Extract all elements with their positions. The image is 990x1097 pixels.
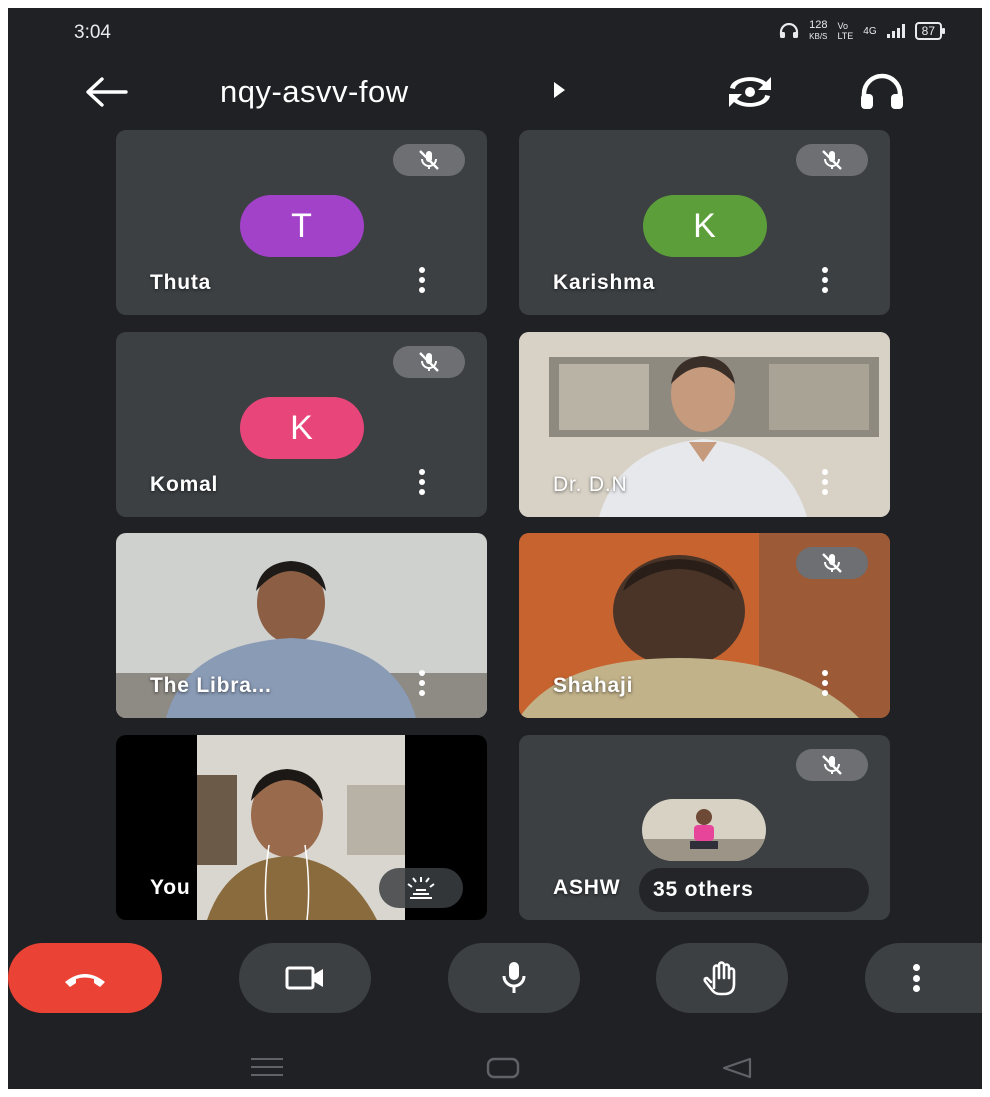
- menu-icon: [251, 1058, 283, 1076]
- mic-off-badge: [796, 144, 868, 176]
- network-type: 4G: [863, 25, 877, 37]
- participant-tile-dr-dn[interactable]: Dr. D.N: [519, 332, 890, 517]
- more-vertical-icon[interactable]: [417, 469, 427, 495]
- meeting-info-arrow-icon[interactable]: [554, 82, 565, 98]
- meet-call-screen: 3:04 128 KB/S Vo LTE 4G 87 nqy-asvv-fow: [8, 8, 982, 1089]
- mic-off-badge: [796, 547, 868, 579]
- microphone-button[interactable]: [448, 943, 580, 1013]
- arrow-back-icon: [86, 77, 128, 107]
- avatar: K: [239, 397, 364, 459]
- participant-name: Thuta: [150, 271, 212, 294]
- audio-level-indicator: [379, 868, 463, 908]
- avatar: K: [642, 195, 767, 257]
- battery-icon: 87: [914, 22, 946, 40]
- end-call-button[interactable]: [8, 943, 162, 1013]
- participant-tile-the-library[interactable]: The Libra...: [116, 533, 487, 718]
- speaking-icon: [407, 877, 435, 899]
- more-vertical-icon: [913, 964, 921, 992]
- raise-hand-button[interactable]: [656, 943, 788, 1013]
- participant-name: Dr. D.N: [553, 473, 628, 496]
- status-icons: 128 KB/S Vo LTE 4G 87: [779, 19, 946, 42]
- participant-name: You: [150, 876, 191, 899]
- more-vertical-icon[interactable]: [820, 670, 830, 696]
- avatar: T: [239, 195, 364, 257]
- participant-tile-komal[interactable]: K Komal: [116, 332, 487, 517]
- self-video: [197, 735, 405, 920]
- switch-camera-button[interactable]: [724, 70, 776, 114]
- mic-off-badge: [393, 144, 465, 176]
- mic-off-badge: [393, 346, 465, 378]
- more-vertical-icon[interactable]: [820, 469, 830, 495]
- mic-off-icon: [419, 352, 439, 372]
- participant-tile-you[interactable]: You: [116, 735, 487, 920]
- back-button[interactable]: [82, 72, 130, 112]
- home-square-icon: [486, 1057, 520, 1079]
- headphones-icon: [861, 73, 903, 109]
- more-vertical-icon[interactable]: [417, 670, 427, 696]
- network-speed: 128 KB/S: [809, 19, 828, 42]
- triangle-back-icon: [722, 1057, 752, 1079]
- meeting-code[interactable]: nqy-asvv-fow: [220, 74, 409, 110]
- participant-name: The Libra...: [150, 674, 272, 697]
- participant-tile-karishma[interactable]: K Karishma: [519, 130, 890, 315]
- video-camera-icon: [285, 966, 323, 990]
- phone-hangup-icon: [65, 974, 105, 987]
- participant-name: Komal: [150, 473, 219, 496]
- headphones-status-icon: [779, 23, 799, 38]
- more-vertical-icon[interactable]: [820, 267, 830, 293]
- volte-indicator: Vo LTE: [837, 21, 854, 41]
- status-time: 3:04: [74, 22, 111, 43]
- avatar-photo: [642, 799, 766, 861]
- others-count-label: 35 others: [653, 878, 754, 901]
- mic-off-badge: [796, 749, 868, 781]
- switch-camera-icon: [729, 77, 771, 107]
- mic-off-icon: [822, 755, 842, 775]
- more-options-button[interactable]: [865, 943, 982, 1013]
- back-nav-button[interactable]: [720, 1056, 754, 1085]
- participant-name: Shahaji: [553, 674, 634, 697]
- participant-name: ASHW: [553, 876, 621, 899]
- audio-output-button[interactable]: [856, 70, 908, 114]
- mic-off-icon: [822, 553, 842, 573]
- mic-off-icon: [419, 150, 439, 170]
- participant-tile-others[interactable]: ASHW 35 others: [519, 735, 890, 920]
- hand-icon: [703, 961, 736, 996]
- camera-button[interactable]: [239, 943, 371, 1013]
- more-vertical-icon[interactable]: [417, 267, 427, 293]
- participant-tile-thuta[interactable]: T Thuta: [116, 130, 487, 315]
- signal-icon: [886, 24, 905, 38]
- others-count-chip: 35 others: [639, 868, 869, 912]
- mic-off-icon: [822, 150, 842, 170]
- recent-apps-button[interactable]: [249, 1056, 285, 1083]
- home-button[interactable]: [486, 1056, 520, 1085]
- microphone-icon: [502, 962, 526, 993]
- participant-tile-shahaji[interactable]: Shahaji: [519, 533, 890, 718]
- participant-name: Karishma: [553, 271, 656, 294]
